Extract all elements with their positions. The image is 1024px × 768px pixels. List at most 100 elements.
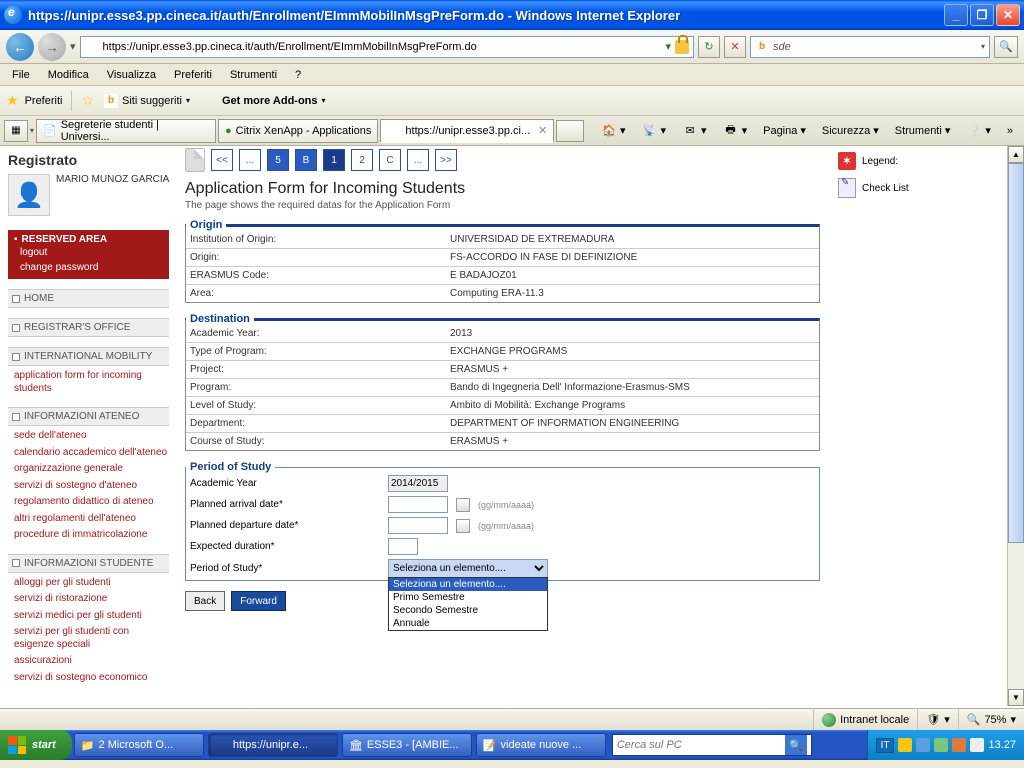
- home-button[interactable]: 🏠▾: [594, 120, 633, 142]
- language-indicator[interactable]: IT: [876, 738, 895, 753]
- search-go-button[interactable]: 🔍: [994, 36, 1018, 58]
- calendar-icon[interactable]: [456, 498, 470, 512]
- crumb-last[interactable]: >>: [435, 149, 457, 171]
- tab-unipr-esse3[interactable]: https://unipr.esse3.pp.ci... ✕: [380, 119, 554, 143]
- tray-icon[interactable]: [934, 738, 948, 752]
- help-menu[interactable]: ❔▾: [959, 120, 998, 142]
- sidebar-link[interactable]: servizi di sostegno d'ateneo: [8, 478, 169, 495]
- crumb-5[interactable]: 5: [267, 149, 289, 171]
- page-menu[interactable]: Pagina ▾: [756, 120, 813, 142]
- sidebar-link[interactable]: servizi per gli studenti con esigenze sp…: [8, 624, 169, 653]
- tools-menu[interactable]: Strumenti ▾: [888, 120, 958, 142]
- sidebar-link[interactable]: servizi di sostegno economico: [8, 670, 169, 687]
- tray-icon[interactable]: [898, 738, 912, 752]
- crumb-next-set[interactable]: ...: [407, 149, 429, 171]
- period-of-study-select[interactable]: Seleziona un elemento.... Seleziona un e…: [388, 559, 548, 578]
- taskbar-item[interactable]: 🏛ESSE3 - [AMBIE...: [342, 733, 472, 757]
- menu-preferiti[interactable]: Preferiti: [166, 67, 220, 83]
- menu-help[interactable]: ?: [287, 67, 309, 83]
- sidebar-head-home[interactable]: HOME: [8, 289, 169, 308]
- search-input[interactable]: [773, 41, 977, 53]
- expand-toolbar[interactable]: »: [1000, 120, 1020, 142]
- favorites-star-icon[interactable]: ★: [6, 92, 19, 109]
- menu-modifica[interactable]: Modifica: [40, 67, 97, 83]
- sidebar-link[interactable]: sede dell'ateneo: [8, 428, 169, 445]
- feeds-button[interactable]: 📡▾: [635, 120, 674, 142]
- arrival-date-input[interactable]: [388, 496, 448, 513]
- crumb-1-current[interactable]: 1: [323, 149, 345, 171]
- sidebar-link[interactable]: procedure di immatricolazione: [8, 527, 169, 544]
- taskbar-item[interactable]: https://unipr.e...: [208, 733, 338, 757]
- tray-icon[interactable]: [916, 738, 930, 752]
- sidebar-link[interactable]: regolamento didattico di ateneo: [8, 494, 169, 511]
- crumb-b[interactable]: B: [295, 149, 317, 171]
- dropdown-option[interactable]: Primo Semestre: [389, 591, 547, 604]
- crumb-c[interactable]: C: [379, 149, 401, 171]
- scroll-down-icon[interactable]: ▼: [1008, 689, 1024, 706]
- duration-input[interactable]: [388, 538, 418, 555]
- stop-button[interactable]: ✕: [724, 36, 746, 58]
- sidebar-head-intl[interactable]: INTERNATIONAL MOBILITY: [8, 347, 169, 366]
- taskbar-item[interactable]: 📝videate nuove ...: [476, 733, 606, 757]
- clock[interactable]: 13.27: [988, 739, 1016, 751]
- address-input[interactable]: [103, 41, 662, 53]
- address-bar[interactable]: ▾: [80, 36, 694, 58]
- security-menu[interactable]: Sicurezza ▾: [815, 120, 886, 142]
- quick-tabs-button[interactable]: ▦: [4, 120, 28, 142]
- sidebar-link-application-form[interactable]: application form for incoming students: [8, 368, 169, 397]
- refresh-button[interactable]: ↻: [698, 36, 720, 58]
- scroll-thumb[interactable]: [1008, 163, 1024, 543]
- recent-dropdown-icon[interactable]: ▾: [70, 40, 76, 53]
- sidebar-link[interactable]: organizzazione generale: [8, 461, 169, 478]
- minimize-button[interactable]: _: [944, 4, 968, 26]
- menu-file[interactable]: File: [4, 67, 38, 83]
- desktop-search-go[interactable]: 🔍: [785, 735, 807, 755]
- sidebar-head-registrar[interactable]: REGISTRAR'S OFFICE: [8, 318, 169, 337]
- favorites-label[interactable]: Preferiti: [25, 95, 63, 107]
- tab-segreterie[interactable]: 📄 Segreterie studenti | Universi...: [36, 119, 216, 143]
- crumb-2[interactable]: 2: [351, 149, 373, 171]
- sidebar-head-info-studente[interactable]: INFORMAZIONI STUDENTE: [8, 554, 169, 573]
- browser-search[interactable]: b ▾: [750, 36, 990, 58]
- crumb-prev-set[interactable]: ...: [239, 149, 261, 171]
- dropdown-option[interactable]: Seleziona un elemento....: [389, 578, 547, 591]
- print-button[interactable]: 🖶▾: [716, 120, 755, 142]
- scroll-up-icon[interactable]: ▲: [1008, 146, 1024, 163]
- crumb-first[interactable]: <<: [211, 149, 233, 171]
- close-button[interactable]: ✕: [996, 4, 1020, 26]
- tray-icon[interactable]: [970, 738, 984, 752]
- calendar-icon[interactable]: [456, 519, 470, 533]
- sidebar-link[interactable]: servizi di ristorazione: [8, 591, 169, 608]
- forward-button[interactable]: →: [38, 33, 66, 61]
- start-button[interactable]: start: [0, 730, 72, 760]
- add-favorite-icon[interactable]: ☆: [81, 92, 94, 109]
- sidebar-link[interactable]: servizi medici per gli studenti: [8, 608, 169, 625]
- sidebar-head-info-ateneo[interactable]: INFORMAZIONI ATENEO: [8, 407, 169, 426]
- mail-button[interactable]: ✉▾: [675, 120, 714, 142]
- close-tab-icon[interactable]: ✕: [538, 124, 547, 137]
- sidebar-link[interactable]: calendario accademico dell'ateneo: [8, 445, 169, 462]
- dropdown-option[interactable]: Secondo Semestre: [389, 604, 547, 617]
- sidebar-link[interactable]: alloggi per gli studenti: [8, 575, 169, 592]
- desktop-search-input[interactable]: [617, 739, 781, 751]
- siti-suggeriti[interactable]: b Siti suggeriti▾: [100, 92, 194, 110]
- change-password-link[interactable]: change password: [14, 260, 163, 275]
- zoom-cell[interactable]: 🔍75% ▾: [958, 709, 1024, 730]
- back-button[interactable]: Back: [185, 591, 225, 611]
- sidebar-link[interactable]: assicurazioni: [8, 653, 169, 670]
- back-button[interactable]: ←: [6, 33, 34, 61]
- sidebar-link[interactable]: altri regolamenti dell'ateneo: [8, 511, 169, 528]
- maximize-button[interactable]: ❐: [970, 4, 994, 26]
- get-addons[interactable]: Get more Add-ons▾: [200, 92, 330, 110]
- logout-link[interactable]: logout: [14, 245, 163, 260]
- desktop-search[interactable]: 🔍: [612, 734, 812, 756]
- tray-icon[interactable]: [952, 738, 966, 752]
- dropdown-option[interactable]: Annuale: [389, 617, 547, 630]
- menu-strumenti[interactable]: Strumenti: [222, 67, 285, 83]
- menu-visualizza[interactable]: Visualizza: [99, 67, 164, 83]
- departure-date-input[interactable]: [388, 517, 448, 534]
- forward-button[interactable]: Forward: [231, 591, 286, 611]
- new-tab-button[interactable]: [556, 120, 584, 142]
- tab-citrix[interactable]: ● Citrix XenApp - Applications: [218, 119, 378, 143]
- taskbar-item[interactable]: 📁2 Microsoft O...: [74, 733, 204, 757]
